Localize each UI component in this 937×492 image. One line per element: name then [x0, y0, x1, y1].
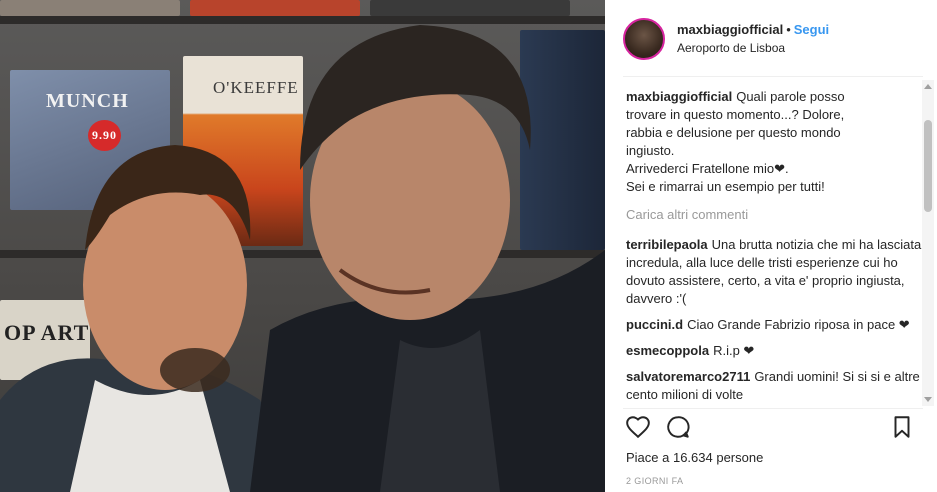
caption-line: Quali parole posso	[736, 89, 845, 104]
location-link[interactable]: Aeroporto de Lisboa	[677, 39, 829, 57]
comment-username[interactable]: salvatoremarco2711	[626, 369, 750, 384]
comment-username[interactable]: puccini.d	[626, 317, 683, 332]
comments-list: maxbiaggiofficial Quali parole posso trov…	[626, 88, 922, 406]
load-more-comments-link[interactable]: Carica altri commenti	[626, 206, 922, 224]
comments-scrollbar[interactable]	[922, 80, 934, 406]
heart-icon[interactable]	[625, 414, 651, 440]
follow-button[interactable]: Segui	[794, 22, 829, 37]
post-actions	[623, 414, 923, 442]
header-divider	[623, 76, 923, 77]
comment-username[interactable]: terribilepaola	[626, 237, 708, 252]
comment: puccini.d Ciao Grande Fabrizio riposa in …	[626, 316, 922, 334]
bookmark-icon[interactable]	[889, 414, 915, 440]
caption-line: Arrivederci Fratellone mio❤.	[626, 161, 789, 176]
caption-line: trovare in questo momento...? Dolore,	[626, 107, 845, 122]
likes-count[interactable]: Piace a 16.634 persone	[626, 450, 763, 465]
scroll-thumb[interactable]	[924, 120, 932, 212]
avatar[interactable]	[623, 18, 665, 60]
comment: salvatoremarco2711 Grandi uomini! Si si s…	[626, 368, 922, 404]
caption-username[interactable]: maxbiaggiofficial	[626, 89, 732, 104]
comment-text: Ciao Grande Fabrizio riposa in pace ❤	[687, 317, 910, 332]
comment-text: R.i.p ❤	[713, 343, 755, 358]
caption: maxbiaggiofficial Quali parole posso trov…	[626, 88, 922, 196]
header-text: maxbiaggiofficial • Segui Aeroporto de Lis…	[677, 21, 829, 57]
username-link[interactable]: maxbiaggiofficial	[677, 22, 783, 37]
post-photo[interactable]: MUNCH 9.90 O'KEEFFE OP ART	[0, 0, 605, 492]
post-header: maxbiaggiofficial • Segui Aeroporto de Lis…	[623, 14, 923, 64]
scroll-up-arrow-icon[interactable]	[924, 84, 932, 89]
instagram-post: MUNCH 9.90 O'KEEFFE OP ART maxbiaggioffi…	[0, 0, 937, 492]
comment-bubble-icon[interactable]	[665, 414, 691, 440]
scroll-down-arrow-icon[interactable]	[924, 397, 932, 402]
comment: terribilepaola Una brutta notizia che mi …	[626, 236, 922, 308]
separator-dot: •	[786, 22, 791, 37]
caption-line: ingiusto.	[626, 143, 675, 158]
actions-divider	[623, 408, 923, 409]
caption-line: Sei e rimarrai un esempio per tutti!	[626, 179, 825, 194]
comment: esmecoppola R.i.p ❤	[626, 342, 922, 360]
comment-username[interactable]: esmecoppola	[626, 343, 709, 358]
caption-line: rabbia e delusione per questo mondo	[626, 125, 841, 140]
people-illustration	[0, 25, 605, 492]
post-timestamp[interactable]: 2 GIORNI FA	[626, 476, 683, 486]
